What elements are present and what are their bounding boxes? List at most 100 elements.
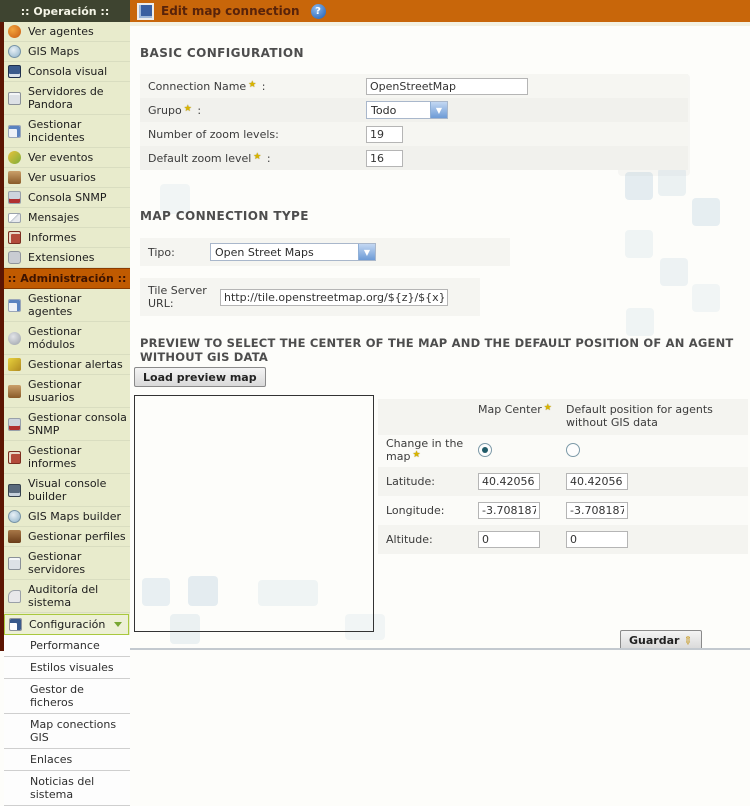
required-star-icon [544,403,552,413]
required-star-icon [412,450,420,460]
latitude-label: Latitude: [386,475,478,488]
coordinates-table: Map Center Default position for agents w… [378,399,748,554]
top-bar: :: Operación :: Edit map connection [0,0,750,22]
latitude-default-input[interactable] [566,473,628,490]
basic-configuration-form: Connection Name : Grupo : Todo Number of… [140,74,688,170]
sidebar-item-gestionar-servidores[interactable]: Gestionar servidores [4,547,130,580]
map-preview-area[interactable] [134,395,374,632]
altitude-default-input[interactable] [566,531,628,548]
sidebar-item-ver-agentes[interactable]: Ver agentes [4,22,130,42]
sidebar-subitem-enlaces[interactable]: Enlaces [4,749,130,771]
sidebar-subitem-gestor-de-ficheros[interactable]: Gestor de ficheros [4,679,130,714]
sidebar-subitem-estilos-visuales[interactable]: Estilos visuales [4,657,130,679]
grupo-label: Grupo : [148,104,366,117]
page-header-bar: Edit map connection [130,0,750,22]
select-arrow-icon [430,102,447,118]
default-position-radio[interactable] [566,443,580,457]
default-position-header: Default position for agents without GIS … [566,403,748,429]
save-button[interactable]: Guardar [620,630,702,650]
grupo-row: Grupo : Todo [140,98,688,122]
sidebar-item-consola-snmp[interactable]: Consola SNMP [4,188,130,208]
main-content: BASIC CONFIGURATION Connection Name : Gr… [130,22,750,651]
sidebar-item-ver-usuarios[interactable]: Ver usuarios [4,168,130,188]
visual-console-icon [8,65,21,78]
zoom-levels-label: Number of zoom levels: [148,128,366,141]
basic-configuration-title: BASIC CONFIGURATION [140,46,304,60]
latitude-row: Latitude: [378,467,748,496]
manage-snmp-icon [8,418,21,431]
sidebar-item-gestionar-usuarios[interactable]: Gestionar usuarios [4,375,130,408]
sidebar-item-mensajes[interactable]: Mensajes [4,208,130,228]
sidebar-item-ver-eventos[interactable]: Ver eventos [4,148,130,168]
sidebar-subitem-map-conections-gis[interactable]: Map conections GIS [4,714,130,749]
sidebar-item-gestionar-perfiles[interactable]: Gestionar perfiles [4,527,130,547]
altitude-label: Altitude: [386,533,478,546]
preview-section-title: PREVIEW TO SELECT THE CENTER OF THE MAP … [140,336,750,364]
sidebar-item-visual-console-builder[interactable]: Visual console builder [4,474,130,507]
load-preview-map-button[interactable]: Load preview map [134,367,266,387]
extensions-icon [8,251,21,264]
altitude-center-input[interactable] [478,531,540,548]
connection-name-label: Connection Name : [148,80,366,93]
snmp-console-icon [8,191,21,204]
visual-builder-icon [8,484,21,497]
chevron-down-icon [114,622,122,627]
sidebar-item-consola-visual[interactable]: Consola visual [4,62,130,82]
tile-server-input[interactable] [220,289,448,306]
sidebar-item-gestionar-consola-snmp[interactable]: Gestionar consola SNMP [4,408,130,441]
operation-section-header: :: Operación :: [0,0,130,22]
users-icon [8,171,21,184]
tile-server-label: Tile Server URL: [148,284,212,310]
sidebar-item-configuracion[interactable]: Configuración [4,614,129,635]
tipo-select[interactable]: Open Street Maps [210,243,376,261]
sidebar-item-gis-maps[interactable]: GIS Maps [4,42,130,62]
watermark-square [660,258,688,286]
sidebar-item-auditoria[interactable]: Auditoría del sistema [4,580,130,613]
sidebar-subitem-performance[interactable]: Performance [4,635,130,657]
altitude-row: Altitude: [378,525,748,554]
tipo-label: Tipo: [148,246,210,259]
longitude-label: Longitude: [386,504,478,517]
zoom-levels-row: Number of zoom levels: [140,122,688,146]
manage-servers-icon [8,557,21,570]
sidebar-item-gestionar-informes[interactable]: Gestionar informes [4,441,130,474]
default-zoom-label: Default zoom level : [148,152,366,165]
latitude-center-input[interactable] [478,473,540,490]
longitude-default-input[interactable] [566,502,628,519]
sidebar-item-gis-maps-builder[interactable]: GIS Maps builder [4,507,130,527]
required-star-icon [248,80,256,90]
sidebar-item-gestionar-modulos[interactable]: Gestionar módulos [4,322,130,355]
page-title: Edit map connection [161,4,300,18]
required-star-icon [253,152,261,162]
sidebar: Ver agentes GIS Maps Consola visual Serv… [0,22,130,651]
connection-name-input[interactable] [366,78,528,95]
sidebar-item-servidores-pandora[interactable]: Servidores de Pandora [4,82,130,115]
sidebar-subitem-noticias[interactable]: Noticias del sistema [4,771,130,806]
agents-icon [8,25,21,38]
tipo-row: Tipo: Open Street Maps [140,238,510,266]
connection-name-row: Connection Name : [140,74,688,98]
change-in-map-row: Change in the map [378,435,748,467]
sidebar-item-extensiones[interactable]: Extensiones [4,248,130,268]
map-center-radio[interactable] [478,443,492,457]
audit-icon [8,590,21,603]
watermark-square [692,284,720,312]
incidents-icon [8,125,21,138]
grupo-select[interactable]: Todo [366,101,448,119]
longitude-center-input[interactable] [478,502,540,519]
select-arrow-icon [358,244,375,260]
pandora-servers-icon [8,92,21,105]
sidebar-item-informes[interactable]: Informes [4,228,130,248]
events-icon [8,151,21,164]
default-zoom-row: Default zoom level : [140,146,688,170]
default-zoom-input[interactable] [366,150,403,167]
help-icon[interactable] [311,4,326,19]
sidebar-item-gestionar-agentes[interactable]: Gestionar agentes [4,289,130,322]
configuration-icon [9,618,22,631]
sidebar-item-gestionar-alertas[interactable]: Gestionar alertas [4,355,130,375]
header-divider [130,22,750,26]
watermark-square [692,198,720,226]
zoom-levels-input[interactable] [366,126,403,143]
messages-icon [8,213,21,223]
sidebar-item-gestionar-incidentes[interactable]: Gestionar incidentes [4,115,130,148]
